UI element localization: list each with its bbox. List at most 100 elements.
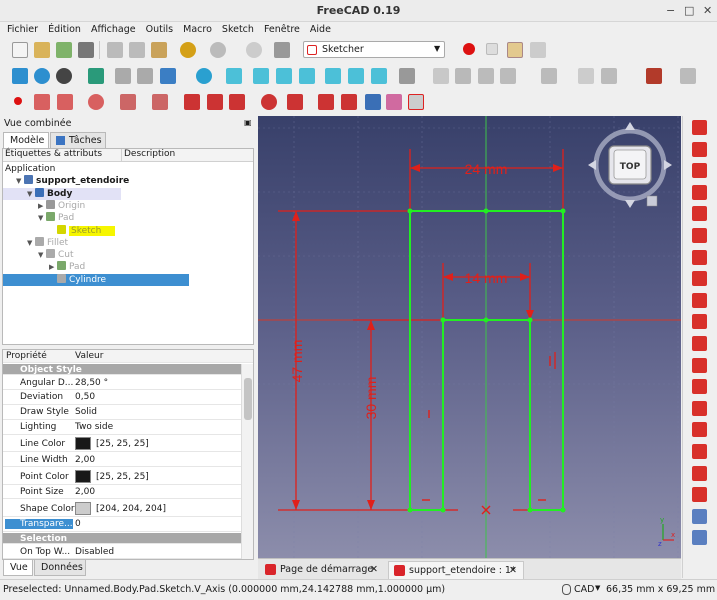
- dim-label-47[interactable]: 47 mm: [289, 340, 305, 383]
- stop-macro-icon[interactable]: [486, 43, 498, 55]
- toggle-icon[interactable]: [541, 68, 557, 84]
- link-icon[interactable]: [478, 68, 494, 84]
- chevron-down-icon[interactable]: ▼: [595, 584, 600, 592]
- expand-arrow-icon[interactable]: ▼: [38, 212, 46, 224]
- property-row[interactable]: Angular D... 28,50 °: [3, 377, 241, 390]
- print-icon[interactable]: [78, 42, 94, 58]
- color-swatch[interactable]: [75, 469, 91, 483]
- expand-arrow-icon[interactable]: ▼: [27, 237, 35, 249]
- open-file-icon[interactable]: [34, 42, 50, 58]
- polyline-icon[interactable]: [184, 94, 200, 110]
- property-row[interactable]: Deviation 0,50: [3, 391, 241, 405]
- close-icon[interactable]: ✕: [703, 4, 712, 17]
- tree-item[interactable]: ▶ Pad: [3, 261, 253, 273]
- props-scrollbar[interactable]: [241, 364, 253, 559]
- link-actions-icon[interactable]: [500, 68, 516, 84]
- constraint-point-on-object-icon[interactable]: [692, 141, 707, 157]
- constraint-coincident-icon[interactable]: [692, 120, 707, 135]
- sketch-mode-icon[interactable]: [646, 68, 662, 84]
- external-geometry-icon[interactable]: [365, 94, 381, 110]
- menu-sketch[interactable]: Sketch: [222, 22, 254, 35]
- tab-vue[interactable]: Vue: [3, 560, 33, 576]
- arc-icon[interactable]: [57, 94, 73, 110]
- color-swatch[interactable]: [75, 437, 91, 451]
- dim-label-30[interactable]: 30 mm: [363, 377, 379, 420]
- color-swatch[interactable]: [75, 501, 91, 515]
- record-macro-icon[interactable]: [463, 43, 475, 55]
- fit-all-icon[interactable]: [12, 68, 28, 84]
- constraint-equal-icon[interactable]: [692, 271, 707, 287]
- rear-view-icon[interactable]: [325, 68, 341, 84]
- tree-item[interactable]: Sketch: [3, 224, 253, 237]
- constraint-toggle-active-icon[interactable]: [692, 530, 707, 546]
- property-value[interactable]: Solid: [75, 407, 97, 417]
- property-row[interactable]: On Top W... Disabled: [3, 546, 241, 559]
- property-row[interactable]: Point Size 2,00: [3, 486, 241, 500]
- property-value[interactable]: 2,00: [75, 455, 95, 465]
- close-tab-icon[interactable]: ✕: [509, 565, 517, 576]
- extend-icon[interactable]: [341, 94, 357, 110]
- expand-arrow-icon[interactable]: ▼: [27, 188, 35, 200]
- new-file-icon[interactable]: [12, 42, 28, 58]
- dim-label-14[interactable]: 14 mm: [465, 270, 508, 286]
- top-view-icon[interactable]: [276, 68, 292, 84]
- tab-document[interactable]: support_etendoire : 1* ✕: [388, 561, 524, 579]
- trim-icon[interactable]: [318, 94, 334, 110]
- carbon-copy-icon[interactable]: [386, 94, 402, 110]
- tree-item[interactable]: Application: [3, 163, 253, 175]
- sync-view-icon[interactable]: [160, 68, 176, 84]
- draw-style-icon[interactable]: [56, 68, 72, 84]
- tree-item[interactable]: ▼ Fillet: [3, 236, 253, 249]
- property-value[interactable]: Disabled: [75, 547, 114, 557]
- menu-fenetre[interactable]: Fenêtre: [264, 22, 300, 35]
- save-icon[interactable]: [56, 42, 72, 58]
- polygon-icon[interactable]: [229, 94, 245, 110]
- isometric-icon[interactable]: [226, 68, 242, 84]
- tree-item[interactable]: ▼ support_etendoire: [3, 175, 253, 187]
- undock-icon[interactable]: ▣: [244, 118, 252, 127]
- constraint-distance-icon[interactable]: [692, 400, 707, 416]
- 3d-view[interactable]: 24 mm 14 mm 47 mm 30 mm TOP y x z: [258, 116, 681, 558]
- whats-this-icon[interactable]: [274, 42, 290, 58]
- menu-edition[interactable]: Édition: [48, 22, 81, 35]
- constraint-vertical-icon[interactable]: [692, 163, 707, 179]
- property-row[interactable]: Draw Style Solid: [3, 406, 241, 420]
- constraint-snell-icon[interactable]: [692, 465, 707, 481]
- tab-start-page[interactable]: Page de démarrage ✕: [260, 561, 386, 579]
- construction-mode-icon[interactable]: [408, 94, 424, 110]
- constraint-lock-horizontal-icon[interactable]: [692, 357, 707, 373]
- property-value[interactable]: [25, 25, 25]: [96, 472, 149, 482]
- bspline-icon[interactable]: [152, 94, 168, 110]
- point-icon[interactable]: [14, 97, 22, 105]
- forward-arrow-icon[interactable]: [137, 68, 153, 84]
- tree-item[interactable]: ▶ Origin: [3, 199, 253, 212]
- tree-header-description[interactable]: Description: [121, 149, 253, 162]
- property-row[interactable]: Lighting Two side: [3, 421, 241, 435]
- tree-header-labels[interactable]: Étiquettes & attributs: [3, 149, 121, 162]
- property-value[interactable]: 28,50 °: [75, 378, 108, 388]
- constraint-radius-icon[interactable]: [692, 422, 707, 438]
- bounding-box-icon[interactable]: [88, 68, 104, 84]
- tree-item[interactable]: ▼ Cut: [3, 249, 253, 261]
- copy-icon[interactable]: [129, 42, 145, 58]
- left-view-icon[interactable]: [371, 68, 387, 84]
- constraint-symmetric-icon[interactable]: [692, 292, 707, 308]
- property-value[interactable]: Two side: [75, 422, 113, 432]
- dim-label-24[interactable]: 24 mm: [465, 161, 508, 177]
- execute-macro-icon[interactable]: [530, 42, 546, 58]
- menu-macro[interactable]: Macro: [183, 22, 212, 35]
- constraint-lock-vertical-icon[interactable]: [692, 379, 707, 395]
- fit-selection-icon[interactable]: [34, 68, 50, 84]
- menu-aide[interactable]: Aide: [310, 22, 331, 35]
- property-row[interactable]: Point Color [25, 25, 25]: [3, 469, 241, 485]
- menu-fichier[interactable]: Fichier: [7, 22, 38, 35]
- property-row[interactable]: Line Width 2,00: [3, 454, 241, 467]
- right-view-icon[interactable]: [299, 68, 315, 84]
- sketch-canvas[interactable]: 24 mm 14 mm 47 mm 30 mm TOP y x z: [258, 116, 681, 558]
- property-value[interactable]: 0: [75, 519, 81, 529]
- constraint-toggle-driving-icon[interactable]: [692, 508, 707, 524]
- std-views-icon[interactable]: [196, 68, 212, 84]
- slot-icon[interactable]: [261, 94, 277, 110]
- tab-donnees[interactable]: Données: [34, 560, 86, 576]
- rectangle-icon[interactable]: [207, 94, 223, 110]
